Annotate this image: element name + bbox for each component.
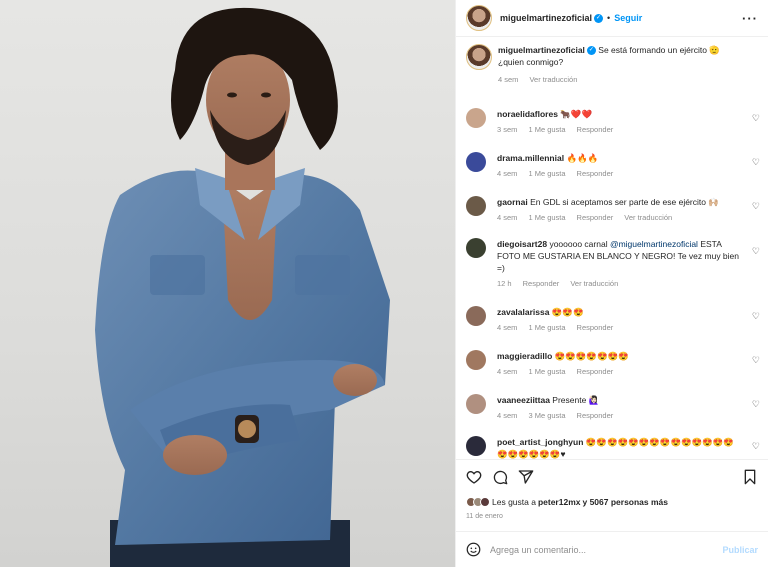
comment-username[interactable]: noraelidaflores — [497, 109, 558, 119]
reply-button[interactable]: Responder — [577, 212, 614, 224]
like-heart-icon[interactable] — [466, 469, 482, 485]
caption-time[interactable]: 4 sem — [498, 74, 518, 86]
commenter-avatar[interactable] — [466, 196, 486, 216]
comment-like-heart-icon[interactable]: ♡ — [752, 113, 760, 124]
comment-item: diegoisart28 yoooooo carnal @miguelmarti… — [456, 238, 768, 290]
liker-username[interactable]: peter12mx — [538, 497, 581, 507]
reply-button[interactable]: Responder — [577, 168, 614, 180]
commenter-avatar[interactable] — [466, 306, 486, 326]
comments-list[interactable]: miguelmartinezoficial ✓ Se está formando … — [456, 37, 768, 459]
comment-text: 😍😍😍 — [551, 307, 584, 317]
comment-time[interactable]: 12 h — [497, 278, 512, 290]
comment-text: Presente 🙋🏻‍♀️ — [552, 395, 600, 405]
author-avatar-small[interactable] — [466, 44, 492, 70]
likes-summary[interactable]: Les gusta a peter12mx y 5067 personas má… — [456, 494, 768, 509]
commenter-avatar[interactable] — [466, 108, 486, 128]
comment-item: maggieradillo 😍😍😍😍😍😍😍 4 sem 1 Me gusta Resp… — [456, 350, 768, 378]
comment-time[interactable]: 4 sem — [497, 366, 517, 378]
comment-likes[interactable]: 1 Me gusta — [528, 168, 565, 180]
comment-like-heart-icon[interactable]: ♡ — [752, 201, 760, 212]
likes-prefix: Les gusta a — [492, 496, 536, 507]
comment-like-heart-icon[interactable]: ♡ — [752, 246, 760, 257]
comment-text: 🐂❤️❤️ — [560, 109, 593, 119]
comment-text: 😍😍😍😍😍😍😍 — [554, 351, 629, 361]
comment-icon[interactable] — [492, 469, 508, 485]
follow-button[interactable]: Seguir — [614, 13, 642, 23]
comment-time[interactable]: 4 sem — [497, 168, 517, 180]
comment-username[interactable]: diegoisart28 — [497, 239, 547, 249]
comment-likes[interactable]: 3 Me gusta — [528, 410, 565, 422]
comment-username[interactable]: vaaneeziittaa — [497, 395, 550, 405]
reply-button[interactable]: Responder — [577, 124, 614, 136]
verified-icon: ✓ — [594, 13, 604, 23]
reply-button[interactable]: Responder — [577, 410, 614, 422]
author-username[interactable]: miguelmartinezoficial — [500, 13, 592, 23]
translate-link[interactable]: Ver traducción — [624, 212, 672, 224]
comment-mention[interactable]: @miguelmartinezoficial — [610, 239, 698, 249]
caption: miguelmartinezoficial ✓ Se está formando … — [456, 44, 768, 86]
reply-button[interactable]: Responder — [577, 322, 614, 334]
post-header: miguelmartinezoficial ✓ • Seguir ··· — [456, 0, 768, 37]
reply-button[interactable]: Responder — [523, 278, 560, 290]
comment-username[interactable]: zavalalarissa — [497, 307, 549, 317]
comment-text: En GDL si aceptamos ser parte de ese ejé… — [530, 197, 719, 207]
comment-username[interactable]: poet_artist_jonghyun — [497, 437, 583, 447]
commenter-avatar[interactable] — [466, 152, 486, 172]
commenter-avatar[interactable] — [466, 394, 486, 414]
comment-like-heart-icon[interactable]: ♡ — [752, 355, 760, 366]
comment-like-heart-icon[interactable]: ♡ — [752, 441, 760, 452]
comment-like-heart-icon[interactable]: ♡ — [752, 399, 760, 410]
verified-icon: ✓ — [586, 46, 596, 56]
comment-likes[interactable]: 1 Me gusta — [528, 212, 565, 224]
separator-dot: • — [607, 13, 611, 23]
share-icon[interactable] — [518, 469, 534, 485]
emoji-icon[interactable] — [466, 542, 481, 557]
comment-item: gaornai En GDL si aceptamos ser parte de… — [456, 196, 768, 224]
comment-likes[interactable]: 1 Me gusta — [528, 124, 565, 136]
caption-username[interactable]: miguelmartinezoficial — [498, 45, 585, 55]
comment-time[interactable]: 4 sem — [497, 410, 517, 422]
author-avatar[interactable] — [466, 5, 492, 31]
caption-translate-link[interactable]: Ver traducción — [529, 74, 577, 86]
comment-item: vaaneeziittaa Presente 🙋🏻‍♀️ 4 sem 3 Me gu… — [456, 394, 768, 422]
comment-item: zavalalarissa 😍😍😍 4 sem 1 Me gusta Responde… — [456, 306, 768, 334]
commenter-avatar[interactable] — [466, 350, 486, 370]
reply-button[interactable]: Responder — [577, 366, 614, 378]
add-comment-bar: Agrega un comentario... Publicar — [456, 531, 768, 567]
post-date: 11 de enero — [466, 513, 503, 520]
commenter-avatar[interactable] — [466, 238, 486, 258]
comment-likes[interactable]: 1 Me gusta — [528, 322, 565, 334]
comment-username[interactable]: gaornai — [497, 197, 528, 207]
comment-likes[interactable]: 1 Me gusta — [528, 366, 565, 378]
comment-item: poet_artist_jonghyun 😍😍😍😍😍😍😍😍😍😍😍😍😍😍😍😍😍😍😍… — [456, 436, 768, 459]
comment-time[interactable]: 3 sem — [497, 124, 517, 136]
save-bookmark-icon[interactable] — [742, 469, 758, 485]
liker-avatars — [466, 496, 490, 507]
comment-input[interactable]: Agrega un comentario... — [490, 545, 586, 555]
likes-rest[interactable]: y 5067 personas más — [582, 497, 668, 507]
comment-text: 🔥🔥🔥 — [566, 153, 599, 163]
comment-username[interactable]: maggieradillo — [497, 351, 552, 361]
commenter-avatar[interactable] — [466, 436, 486, 456]
publish-button[interactable]: Publicar — [722, 545, 758, 555]
post-photo — [0, 0, 455, 567]
translate-link[interactable]: Ver traducción — [570, 278, 618, 290]
comment-item: drama.millennial 🔥🔥🔥 4 sem 1 Me gusta Respo… — [456, 152, 768, 180]
comment-like-heart-icon[interactable]: ♡ — [752, 311, 760, 322]
comment-time[interactable]: 4 sem — [497, 322, 517, 334]
comment-username[interactable]: drama.millennial — [497, 153, 564, 163]
action-bar — [456, 459, 768, 494]
comment-item: noraelidaflores 🐂❤️❤️ 3 sem 1 Me gusta Resp… — [456, 108, 768, 136]
more-options-icon[interactable]: ··· — [742, 11, 758, 26]
comment-text: yoooooo carnal — [549, 239, 610, 249]
post-panel: miguelmartinezoficial ✓ • Seguir ··· mig… — [455, 0, 768, 567]
comment-time[interactable]: 4 sem — [497, 212, 517, 224]
comment-like-heart-icon[interactable]: ♡ — [752, 157, 760, 168]
